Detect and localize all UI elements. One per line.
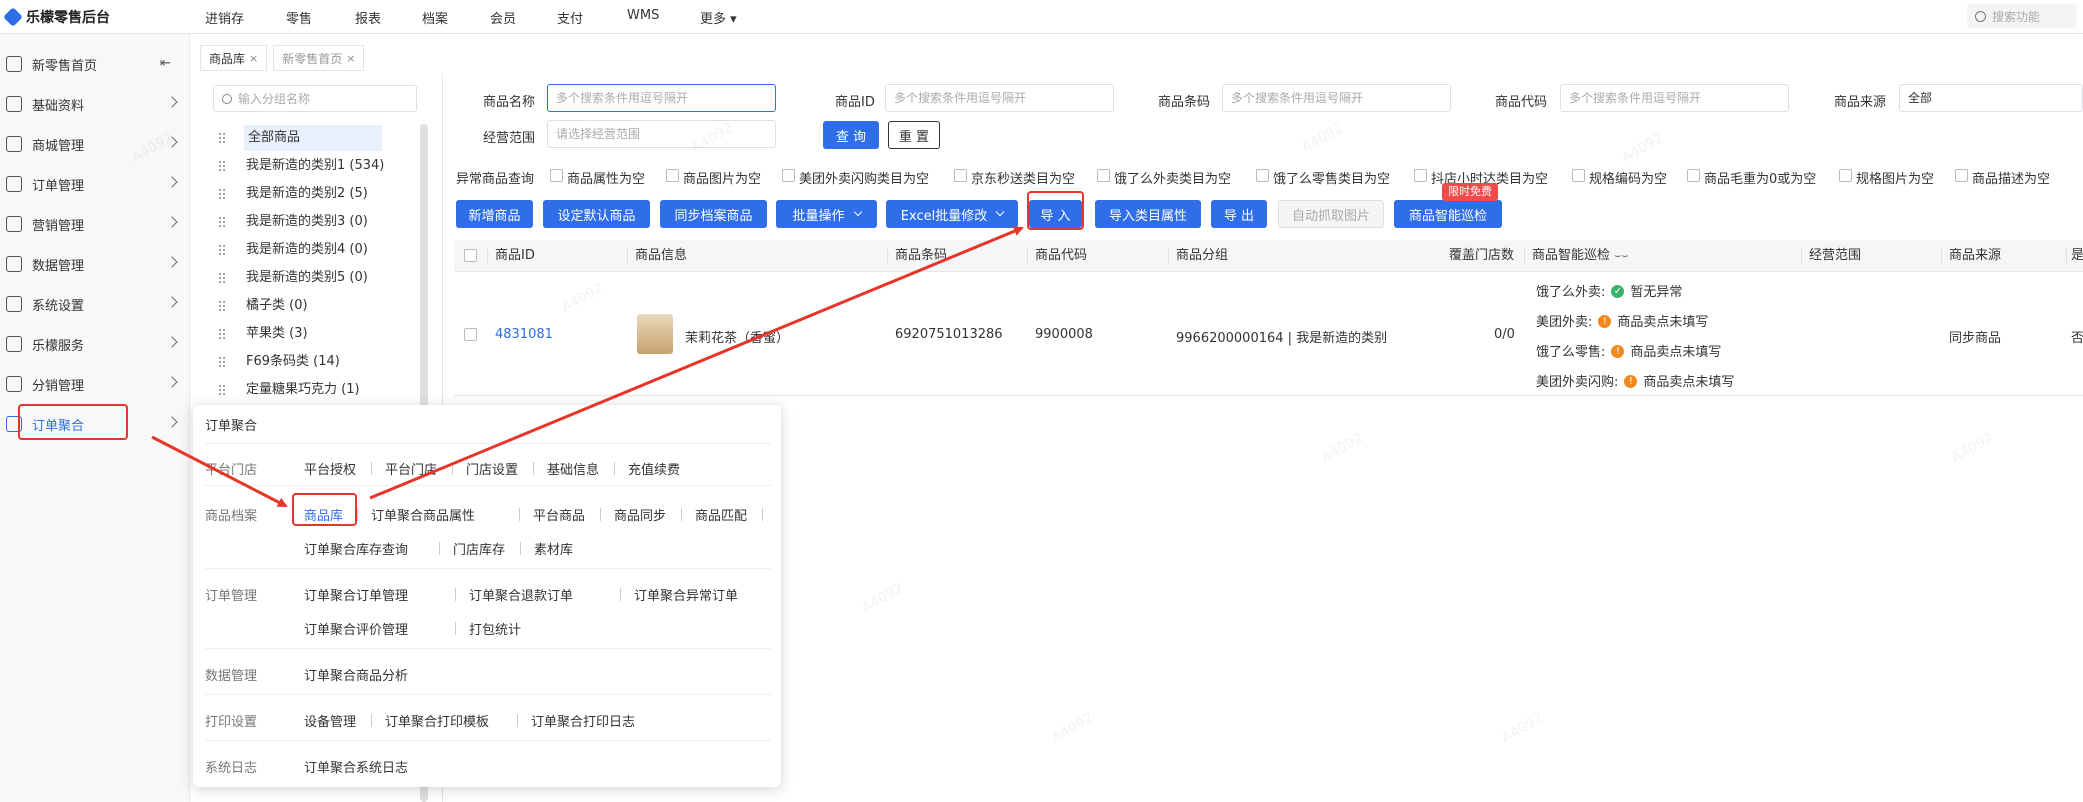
annotation-arrows	[151, 226, 1024, 508]
arrow-to-import	[369, 226, 1024, 500]
arrow-to-product-library	[151, 435, 288, 508]
